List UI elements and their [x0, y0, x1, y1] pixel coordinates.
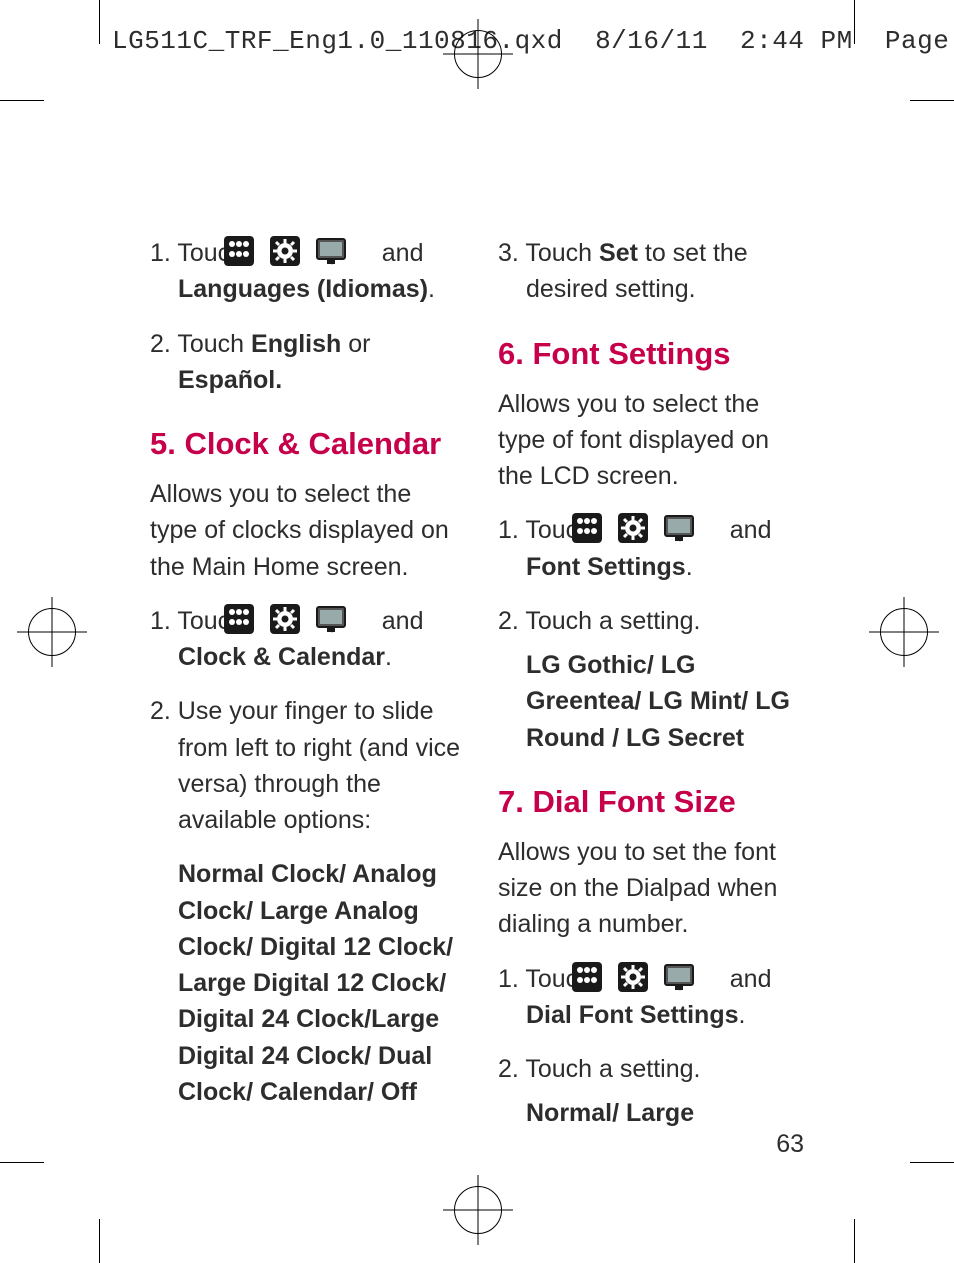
button-label: Set — [599, 239, 638, 267]
sec6-options: LG Gothic/ LG Greentea/ LG Mint/ LG Roun… — [526, 647, 810, 756]
display-screen-icon — [692, 513, 722, 543]
lang-step-1: 1. Touch , , and Languages (Idiomas). — [150, 235, 462, 308]
lang-step-2: 2. Touch English or Español. — [150, 326, 462, 399]
crop-mark — [910, 1162, 954, 1163]
text: or — [341, 330, 370, 358]
section-6-heading: 6. Font Settings — [498, 336, 810, 372]
icon-sequence: , , — [251, 607, 375, 635]
sec6-step-2: 2. Touch a setting. — [498, 603, 810, 639]
text: 2. Touch — [150, 330, 251, 358]
sec5-options: Normal Clock/ Analog Clock/ Large Analog… — [178, 856, 462, 1110]
text: and — [375, 607, 424, 635]
option-label: English — [251, 330, 341, 358]
sec7-step-2: 2. Touch a setting. — [498, 1051, 810, 1087]
crop-mark — [0, 100, 44, 101]
text: . — [686, 553, 693, 581]
sec7-options: Normal/ Large — [526, 1095, 810, 1131]
registration-mark-icon — [880, 608, 928, 656]
registration-mark-icon — [28, 608, 76, 656]
display-screen-icon — [344, 236, 374, 266]
section-7-intro: Allows you to set the font size on the D… — [498, 834, 810, 943]
text: . — [385, 643, 392, 671]
page-body: 1. Touch , , and Languages (Idiomas). 2.… — [150, 235, 810, 1150]
text: and — [375, 239, 424, 267]
page-number: 63 — [776, 1130, 804, 1159]
icon-sequence: , , — [251, 239, 375, 267]
text: 3. Touch — [498, 239, 599, 267]
section-5-intro: Allows you to select the type of clocks … — [150, 476, 462, 585]
menu-item-label: Languages (Idiomas) — [178, 275, 428, 303]
text: . — [739, 1001, 746, 1029]
section-7-heading: 7. Dial Font Size — [498, 784, 810, 820]
sec7-step-1: 1. Touch , , and Dial Font Settings. — [498, 961, 810, 1034]
crop-mark — [99, 1219, 100, 1263]
sec5-step-2: 2. Use your finger to slide from left to… — [150, 693, 462, 838]
text: and — [723, 516, 772, 544]
section-5-heading: 5. Clock & Calendar — [150, 426, 462, 462]
step-3: 3. Touch Set to set the desired setting. — [498, 235, 810, 308]
menu-item-label: Font Settings — [526, 553, 686, 581]
crop-mark — [854, 1219, 855, 1263]
icon-sequence: , , — [599, 965, 723, 993]
text: . — [428, 275, 435, 303]
display-screen-icon — [692, 962, 722, 992]
crop-mark — [99, 0, 100, 44]
left-column: 1. Touch , , and Languages (Idiomas). 2.… — [150, 235, 462, 1150]
menu-item-label: Dial Font Settings — [526, 1001, 739, 1029]
text: and — [723, 965, 772, 993]
sec5-step-1: 1. Touch , , and Clock & Calendar. — [150, 603, 462, 676]
menu-item-label: Clock & Calendar — [178, 643, 385, 671]
icon-sequence: , , — [599, 516, 723, 544]
crop-mark — [910, 100, 954, 101]
registration-mark-icon — [454, 30, 502, 78]
registration-mark-icon — [454, 1186, 502, 1234]
crop-mark — [854, 0, 855, 44]
crop-mark — [0, 1162, 44, 1163]
sec6-step-1: 1. Touch , , and Font Settings. — [498, 512, 810, 585]
right-column: 3. Touch Set to set the desired setting.… — [498, 235, 810, 1150]
display-screen-icon — [344, 604, 374, 634]
section-6-intro: Allows you to select the type of font di… — [498, 386, 810, 495]
option-label: Español. — [178, 366, 282, 394]
